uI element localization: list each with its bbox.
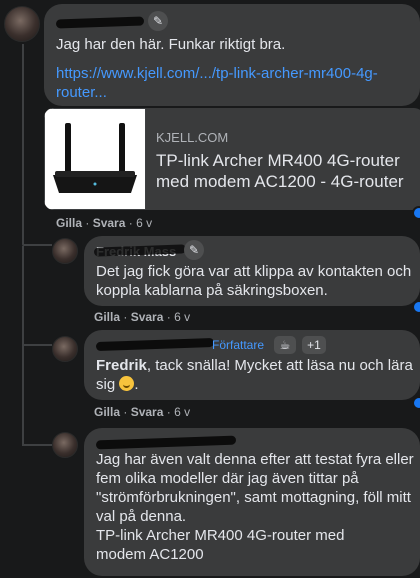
link-preview-card[interactable]: KJELL.COM TP-link Archer MR400 4G-router…: [44, 108, 420, 210]
author-tag: Författare: [212, 338, 265, 352]
timestamp-2[interactable]: 6 v: [174, 310, 190, 324]
comment-bubble-3: Författare ☕ +1 Fredrik, tack snälla! My…: [84, 330, 420, 400]
redacted-author-4: [95, 435, 237, 450]
router-image: [44, 108, 146, 210]
pencil-icon: ✎: [184, 240, 204, 260]
preview-domain: KJELL.COM: [156, 130, 229, 145]
badge-count: +1: [302, 336, 326, 354]
reply-button-3[interactable]: Svara: [131, 405, 164, 419]
comment-text-4b: TP-link Archer MR400 4G-router med modem…: [96, 527, 345, 563]
avatar-commenter-3[interactable]: [52, 336, 78, 362]
like-button-2[interactable]: Gilla: [94, 310, 120, 324]
comment-text-1: Jag har den här. Funkar riktigt bra.: [56, 36, 286, 53]
comment-bubble-4: Jag har även valt denna efter att testat…: [84, 428, 420, 576]
comment-actions-2: Gilla · Svara · 6 v: [94, 310, 191, 324]
avatar-commenter-4[interactable]: [52, 432, 78, 458]
redacted-author-3: [95, 337, 215, 352]
thread-line-main: [22, 44, 24, 244]
preview-title[interactable]: TP-link Archer MR400 4G-router med modem…: [156, 150, 418, 192]
avatar-commenter-2[interactable]: [52, 238, 78, 264]
thread-line-connector-2: [22, 246, 24, 446]
smile-emoji: [119, 376, 135, 391]
comment-text-4: Jag har även valt denna efter att testat…: [96, 451, 414, 525]
reaction-icon[interactable]: [412, 300, 420, 314]
reply-button-1[interactable]: Svara: [93, 216, 126, 230]
timestamp-3[interactable]: 6 v: [174, 405, 190, 419]
redacted-author-1: [55, 16, 145, 29]
reply-button-2[interactable]: Svara: [131, 310, 164, 324]
comment-bubble-2: Fredrik Mass ✎ Det jag fick göra var att…: [84, 236, 420, 306]
reaction-icon[interactable]: [412, 396, 420, 410]
avatar-commenter-1[interactable]: [4, 6, 40, 42]
comment-actions-3: Gilla · Svara · 6 v: [94, 405, 191, 419]
like-button-3[interactable]: Gilla: [94, 405, 120, 419]
comment-text-2: Det jag fick göra var att klippa av kont…: [96, 263, 412, 299]
coffee-icon: ☕: [274, 336, 296, 354]
pencil-icon: ✎: [148, 11, 168, 31]
comment-actions-1: Gilla · Svara · 6 v: [56, 216, 153, 230]
like-button-1[interactable]: Gilla: [56, 216, 82, 230]
thread-line-connector-4: [22, 444, 52, 446]
thread-line-connector-3: [22, 344, 52, 346]
comment-text-3: Fredrik, tack snälla! Mycket att läsa nu…: [96, 357, 413, 393]
comment-link-1[interactable]: https://www.kjell.com/.../tp-link-archer…: [56, 64, 396, 102]
timestamp-1[interactable]: 6 v: [136, 216, 152, 230]
reaction-icon[interactable]: [412, 206, 420, 220]
thread-line-connector-1: [22, 244, 52, 246]
mention-fredrik[interactable]: Fredrik: [96, 357, 147, 374]
comment-bubble-1: ✎ Jag har den här. Funkar riktigt bra. h…: [44, 4, 420, 106]
